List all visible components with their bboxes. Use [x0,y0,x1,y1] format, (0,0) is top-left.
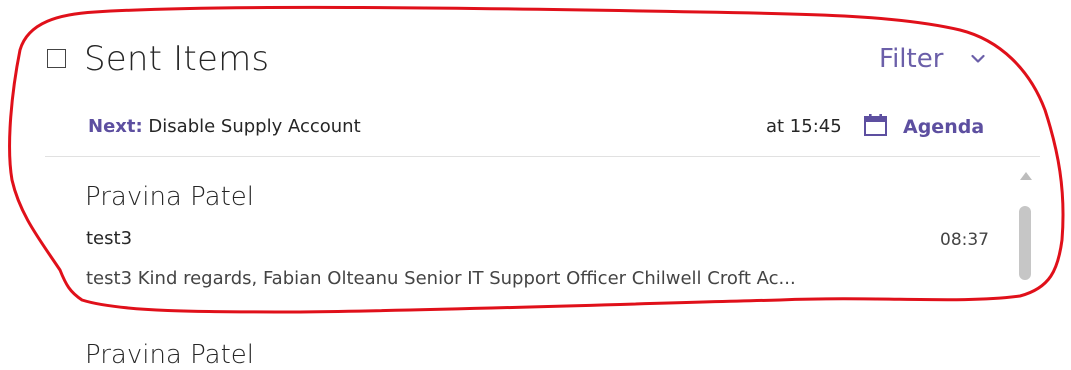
calendar-icon[interactable] [863,113,888,137]
divider [45,156,1040,157]
scrollbar-thumb[interactable] [1019,206,1031,280]
filter-button[interactable]: Filter [879,44,943,74]
message-sender: Pravina Patel [85,182,254,212]
chevron-down-icon[interactable] [971,52,985,66]
folder-title: Sent Items [84,39,270,79]
scroll-up-arrow-icon[interactable] [1019,170,1033,182]
message-subject: test3 [86,228,133,249]
select-all-checkbox[interactable] [47,49,66,68]
agenda-link[interactable]: Agenda [903,116,984,138]
next-label: Next: [88,116,143,137]
message-sender[interactable]: Pravina Patel [85,340,254,370]
next-event-time: at 15:45 [766,116,842,137]
next-event[interactable]: Next: Disable Supply Account [88,116,361,137]
message-preview: test3 Kind regards, Fabian Olteanu Senio… [86,268,796,289]
message-list-panel: Sent Items Filter Next: Disable Supply A… [0,0,1071,370]
next-event-title: Disable Supply Account [148,116,361,137]
message-time: 08:37 [940,230,989,250]
